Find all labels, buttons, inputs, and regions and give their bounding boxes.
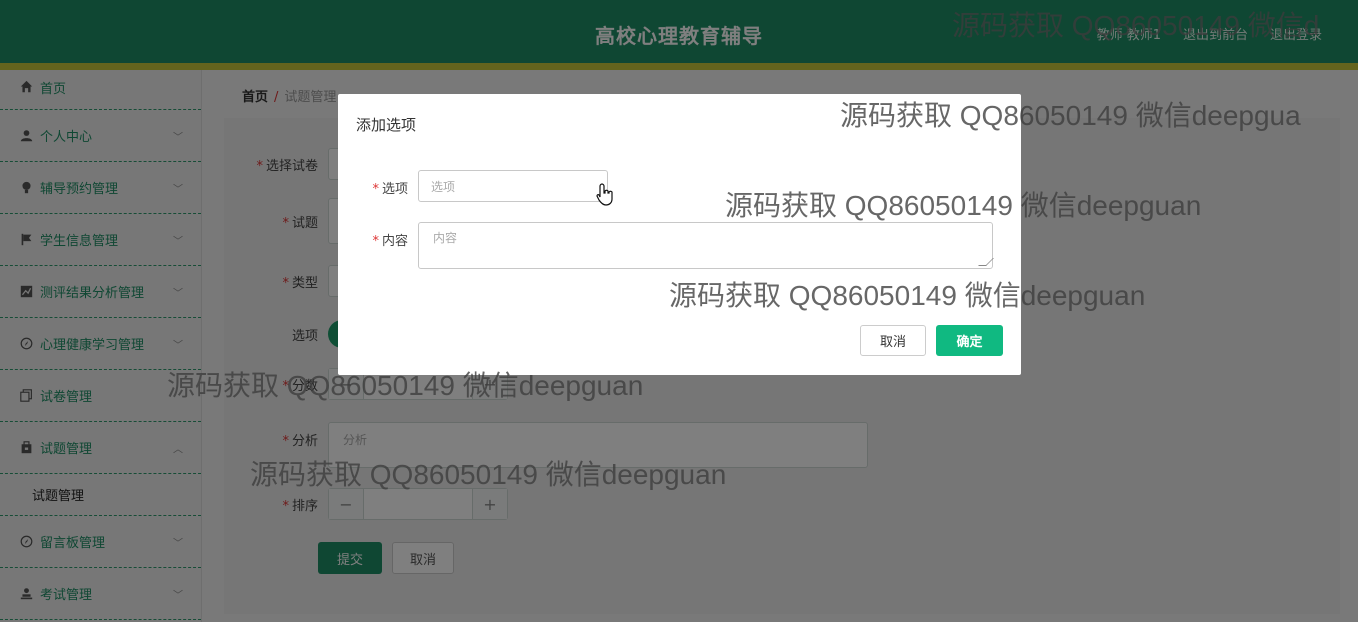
dialog-confirm-button[interactable]: 确定 bbox=[936, 325, 1003, 356]
option-label: * 选项 bbox=[372, 182, 408, 197]
dialog-cancel-button[interactable]: 取消 bbox=[860, 325, 926, 356]
content-placeholder: 内容 bbox=[433, 231, 458, 245]
add-option-dialog: 添加选项 * 选项 选项 * 内容 内容 取消 确定 bbox=[338, 94, 1021, 375]
content-textarea[interactable]: 内容 bbox=[418, 222, 994, 269]
resize-handle-icon[interactable] bbox=[978, 258, 994, 266]
content-label: * 内容 bbox=[372, 234, 408, 249]
option-input[interactable]: 选项 bbox=[418, 170, 608, 202]
dialog-title: 添加选项 bbox=[356, 116, 417, 134]
hand-cursor-icon bbox=[596, 183, 613, 206]
